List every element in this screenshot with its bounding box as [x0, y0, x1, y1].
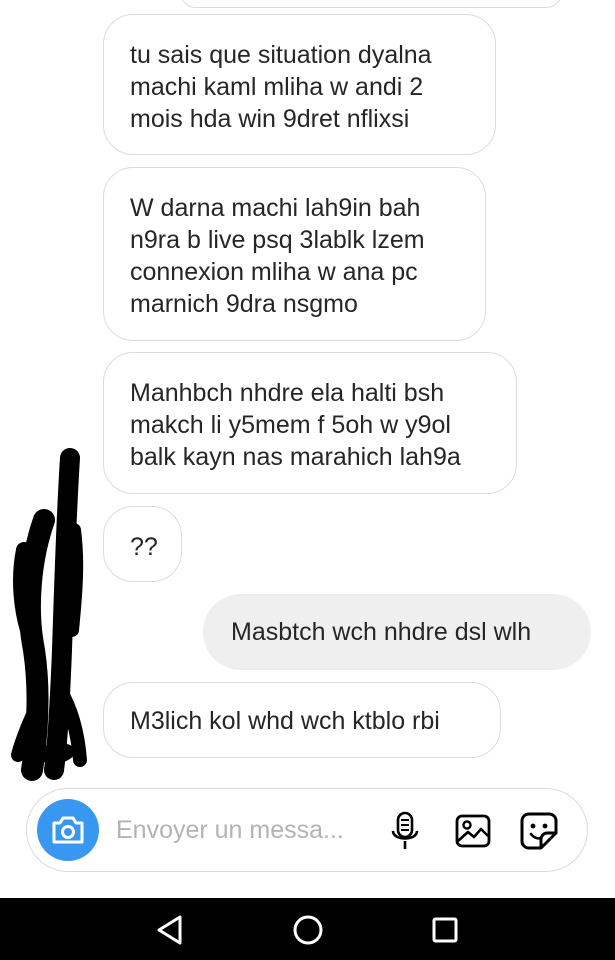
message-text: W darna machi lah9in bah n9ra b live psq…: [130, 194, 425, 318]
back-button[interactable]: [150, 910, 190, 950]
recent-apps-button[interactable]: [425, 910, 465, 950]
android-navigation-bar: [0, 898, 615, 960]
microphone-icon: [391, 811, 419, 849]
home-circle-icon: [293, 915, 323, 945]
message-input[interactable]: Envoyer un messa...: [116, 813, 344, 847]
sticker-icon: [520, 812, 558, 850]
gallery-button[interactable]: [451, 809, 495, 853]
microphone-button[interactable]: [383, 809, 427, 853]
sticker-button[interactable]: [517, 809, 561, 853]
message-bubble-outgoing[interactable]: Masbtch wch nhdre dsl wlh: [203, 594, 591, 670]
message-text: Manhbch nhdre ela halti bsh makch li y5m…: [130, 379, 461, 471]
message-text: ??: [130, 533, 158, 561]
message-bubble-incoming[interactable]: M3lich kol whd wch ktblo rbi: [103, 682, 501, 758]
message-bubble-incoming[interactable]: W darna machi lah9in bah n9ra b live psq…: [103, 167, 486, 341]
redaction-scribble: [11, 448, 87, 781]
camera-icon: [52, 816, 84, 844]
message-bubble-incoming[interactable]: ??: [103, 506, 182, 582]
message-bubble-incoming[interactable]: tu sais que situation dyalna machi kaml …: [103, 14, 496, 155]
message-bubble-incoming[interactable]: Manhbch nhdre ela halti bsh makch li y5m…: [103, 352, 517, 494]
recent-apps-square-icon: [432, 917, 458, 943]
previous-message-bubble-edge: [180, 0, 562, 8]
home-button[interactable]: [288, 910, 328, 950]
back-triangle-icon: [157, 915, 182, 945]
image-icon: [455, 814, 491, 848]
message-text: M3lich kol whd wch ktblo rbi: [130, 707, 440, 735]
message-composer: Envoyer un messa...: [26, 788, 588, 872]
message-text: Masbtch wch nhdre dsl wlh: [231, 618, 532, 646]
message-text: tu sais que situation dyalna machi kaml …: [130, 41, 432, 133]
camera-button[interactable]: [37, 799, 99, 861]
